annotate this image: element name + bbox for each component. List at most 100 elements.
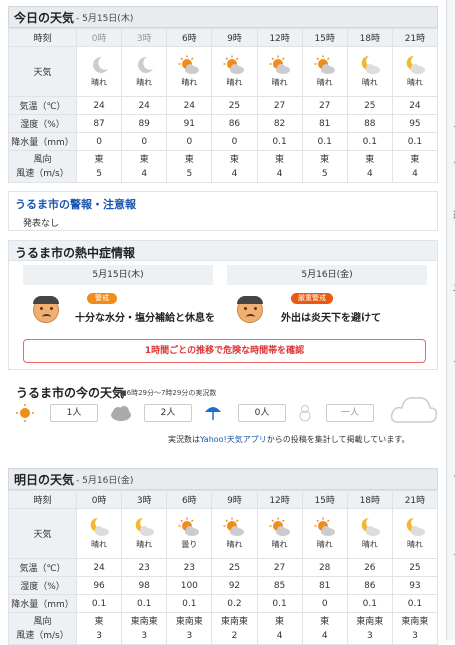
- note-post: からの投稿を集計して掲載しています。: [266, 435, 410, 444]
- tomorrow-forecast-table: 時刻 0時 3時 6時 9時 12時 15時 18時 21時 天気 晴れ 晴れ 曇り 晴れ 晴れ 晴れ 晴れ 晴れ…: [8, 490, 439, 645]
- wind-dir: 東: [320, 154, 330, 165]
- weather-desc: 晴れ: [406, 540, 423, 549]
- temp-cell: 23: [166, 558, 213, 577]
- moon-cloud-icon: [393, 55, 437, 75]
- weather-desc: 晴れ: [226, 540, 243, 549]
- weather-desc: 晴れ: [361, 78, 378, 87]
- weather-cell: 晴れ: [391, 508, 439, 559]
- wind-cell: 東4: [256, 150, 303, 183]
- heat-day1-message: 十分な水分・塩分補給と休息を: [75, 313, 215, 324]
- wind-dir: 東: [184, 154, 194, 165]
- humidity-cell: 86: [211, 114, 258, 133]
- wind-speed: 3: [412, 630, 418, 641]
- sun-icon: [16, 404, 34, 422]
- now-count-cloudy: 2人: [144, 404, 192, 422]
- time-cell: 12時: [256, 490, 303, 509]
- wind-dir: 東: [94, 154, 104, 165]
- time-cell: 9時: [211, 28, 258, 47]
- precip-cell: 0.1: [301, 132, 348, 151]
- moon-cloud-icon: [122, 517, 166, 537]
- time-cell: 0時: [75, 490, 123, 509]
- time-cell: 15時: [301, 490, 348, 509]
- weather-cell: 晴れ: [211, 46, 258, 97]
- weather-cell: 晴れ: [301, 46, 348, 97]
- tomorrow-date: - 5月16日(金): [76, 475, 134, 486]
- sun-cloud-icon: [303, 517, 347, 537]
- sun-cloud-icon: [167, 55, 211, 75]
- weather-cell: 晴れ: [75, 508, 123, 559]
- temp-cell: 24: [75, 558, 123, 577]
- time-label: 時刻: [8, 28, 77, 47]
- weather-cell: 晴れ: [166, 46, 213, 97]
- wind-cell: 東5: [75, 150, 123, 183]
- temp-cell: 27: [256, 558, 303, 577]
- humidity-cell: 81: [301, 114, 348, 133]
- wind-dir: 東南東: [175, 616, 203, 627]
- time-cell: 9時: [211, 490, 258, 509]
- wind-dir-label: 風向: [33, 154, 52, 165]
- precip-cell: 0.1: [346, 132, 393, 151]
- precip-cell: 0: [75, 132, 123, 151]
- wind-dir: 東: [275, 616, 285, 627]
- temp-cell: 24: [166, 96, 213, 115]
- now-note: 実況数はYahoo!天気アプリからの投稿を集計して掲載しています。: [168, 434, 409, 445]
- temp-cell: 25: [346, 96, 393, 115]
- temp-cell: 24: [121, 96, 168, 115]
- weather-desc: 晴れ: [316, 78, 333, 87]
- wind-speed: 4: [276, 168, 283, 179]
- time-cell: 3時: [121, 28, 168, 47]
- weather-cell: 晴れ: [75, 46, 123, 97]
- moon-cloud-icon: [77, 517, 121, 537]
- humidity-cell: 95: [391, 114, 439, 133]
- sun-cloud-icon: [212, 55, 256, 75]
- today-forecast-table: 時刻 0時 3時 6時 9時 12時 15時 18時 21時 天気 晴れ 晴れ 晴れ 晴れ 晴れ 晴れ 晴れ 晴れ…: [8, 28, 439, 183]
- time-cell: 3時: [121, 490, 168, 509]
- moon-icon: [122, 55, 166, 75]
- precip-cell: 0: [301, 594, 348, 613]
- wind-speed: 4: [141, 168, 148, 179]
- precip-cell: 0.1: [256, 132, 303, 151]
- moon-cloud-icon: [348, 517, 392, 537]
- weather-desc: 晴れ: [136, 540, 153, 549]
- time-cell: 18時: [346, 28, 393, 47]
- precip-label: 降水量（mm）: [8, 594, 77, 613]
- heat-day1-level: 警戒: [87, 293, 117, 304]
- wind-dir: 東: [94, 616, 104, 627]
- weather-cell: 晴れ: [211, 508, 258, 559]
- sun-cloud-icon: [212, 517, 256, 537]
- time-cell: 0時: [75, 28, 123, 47]
- time-cell: 21時: [391, 490, 439, 509]
- weather-cell: 晴れ: [346, 508, 393, 559]
- umbrella-icon: [205, 407, 221, 420]
- tomorrow-title: 明日の天気: [14, 472, 75, 487]
- wind-dir: 東: [365, 154, 375, 165]
- wind-cell: 東4: [121, 150, 168, 183]
- moon-cloud-icon: [393, 517, 437, 537]
- heat-hourly-link[interactable]: 1時間ごとの推移で危険な時間帯を確認: [23, 339, 426, 363]
- weather-label: 天気: [8, 508, 77, 559]
- precip-cell: 0: [166, 132, 213, 151]
- warnings-title[interactable]: うるま市の警報・注意報: [9, 192, 437, 216]
- humidity-cell: 85: [256, 576, 303, 595]
- right-sidebar-edge: そ ソ 週 二 そ テ そ: [446, 0, 455, 640]
- warnings-text: 発表なし: [23, 219, 60, 229]
- temp-cell: 25: [391, 558, 439, 577]
- wind-speed: 4: [276, 630, 283, 641]
- weather-cell: 晴れ: [256, 46, 303, 97]
- wind-speed: 4: [231, 168, 238, 179]
- wind-dir: 東南東: [130, 616, 158, 627]
- temp-cell: 27: [301, 96, 348, 115]
- weather-cell: 曇り: [166, 508, 213, 559]
- yahoo-app-link[interactable]: Yahoo!天気アプリ: [200, 435, 267, 444]
- wind-dir: 東: [229, 154, 239, 165]
- time-label: 時刻: [8, 490, 77, 509]
- weather-cell: 晴れ: [346, 46, 393, 97]
- humidity-cell: 91: [166, 114, 213, 133]
- temp-label: 気温（℃）: [8, 558, 77, 577]
- precip-label: 降水量（mm）: [8, 132, 77, 151]
- wind-cell: 東4: [391, 150, 439, 183]
- precip-cell: 0.1: [391, 132, 439, 151]
- humidity-cell: 92: [211, 576, 258, 595]
- weather-desc: 晴れ: [226, 78, 243, 87]
- precip-cell: 0.1: [75, 594, 123, 613]
